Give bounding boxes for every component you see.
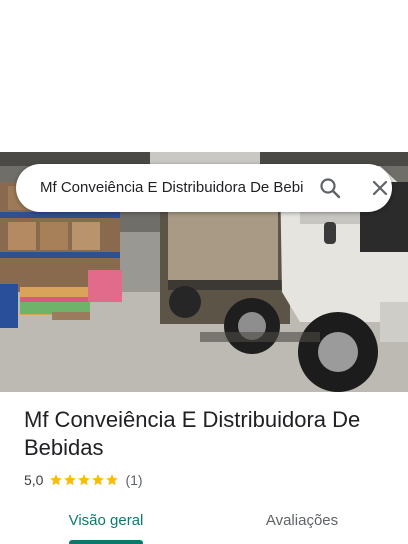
review-count[interactable]: (1) [125,472,142,488]
search-icon[interactable] [318,176,342,200]
search-bar[interactable]: Mf Conveiência E Distribuidora De Bebida… [16,164,392,212]
star-icon [64,474,77,486]
star-icon [50,474,63,486]
place-title: Mf Conveiência E Distribuidora De Bebida… [24,407,361,460]
rating-value: 5,0 [24,472,44,488]
close-icon[interactable] [368,176,392,200]
star-icon [92,474,105,486]
tab-reviews-label: Avaliações [265,512,339,529]
tab-overview-label: Visão geral [68,512,144,529]
tab-overview[interactable]: Visão geral [48,510,164,544]
active-tab-indicator [69,540,143,544]
rating-row[interactable]: 5,0 (1) [24,470,143,490]
star-icon [106,474,119,486]
star-rating [49,473,119,487]
tab-reviews[interactable]: Avaliações [244,510,360,544]
star-icon [78,474,91,486]
search-query-text[interactable]: Mf Conveiência E Distribuidora De Bebida… [40,164,304,212]
map-blank-area [0,0,408,152]
